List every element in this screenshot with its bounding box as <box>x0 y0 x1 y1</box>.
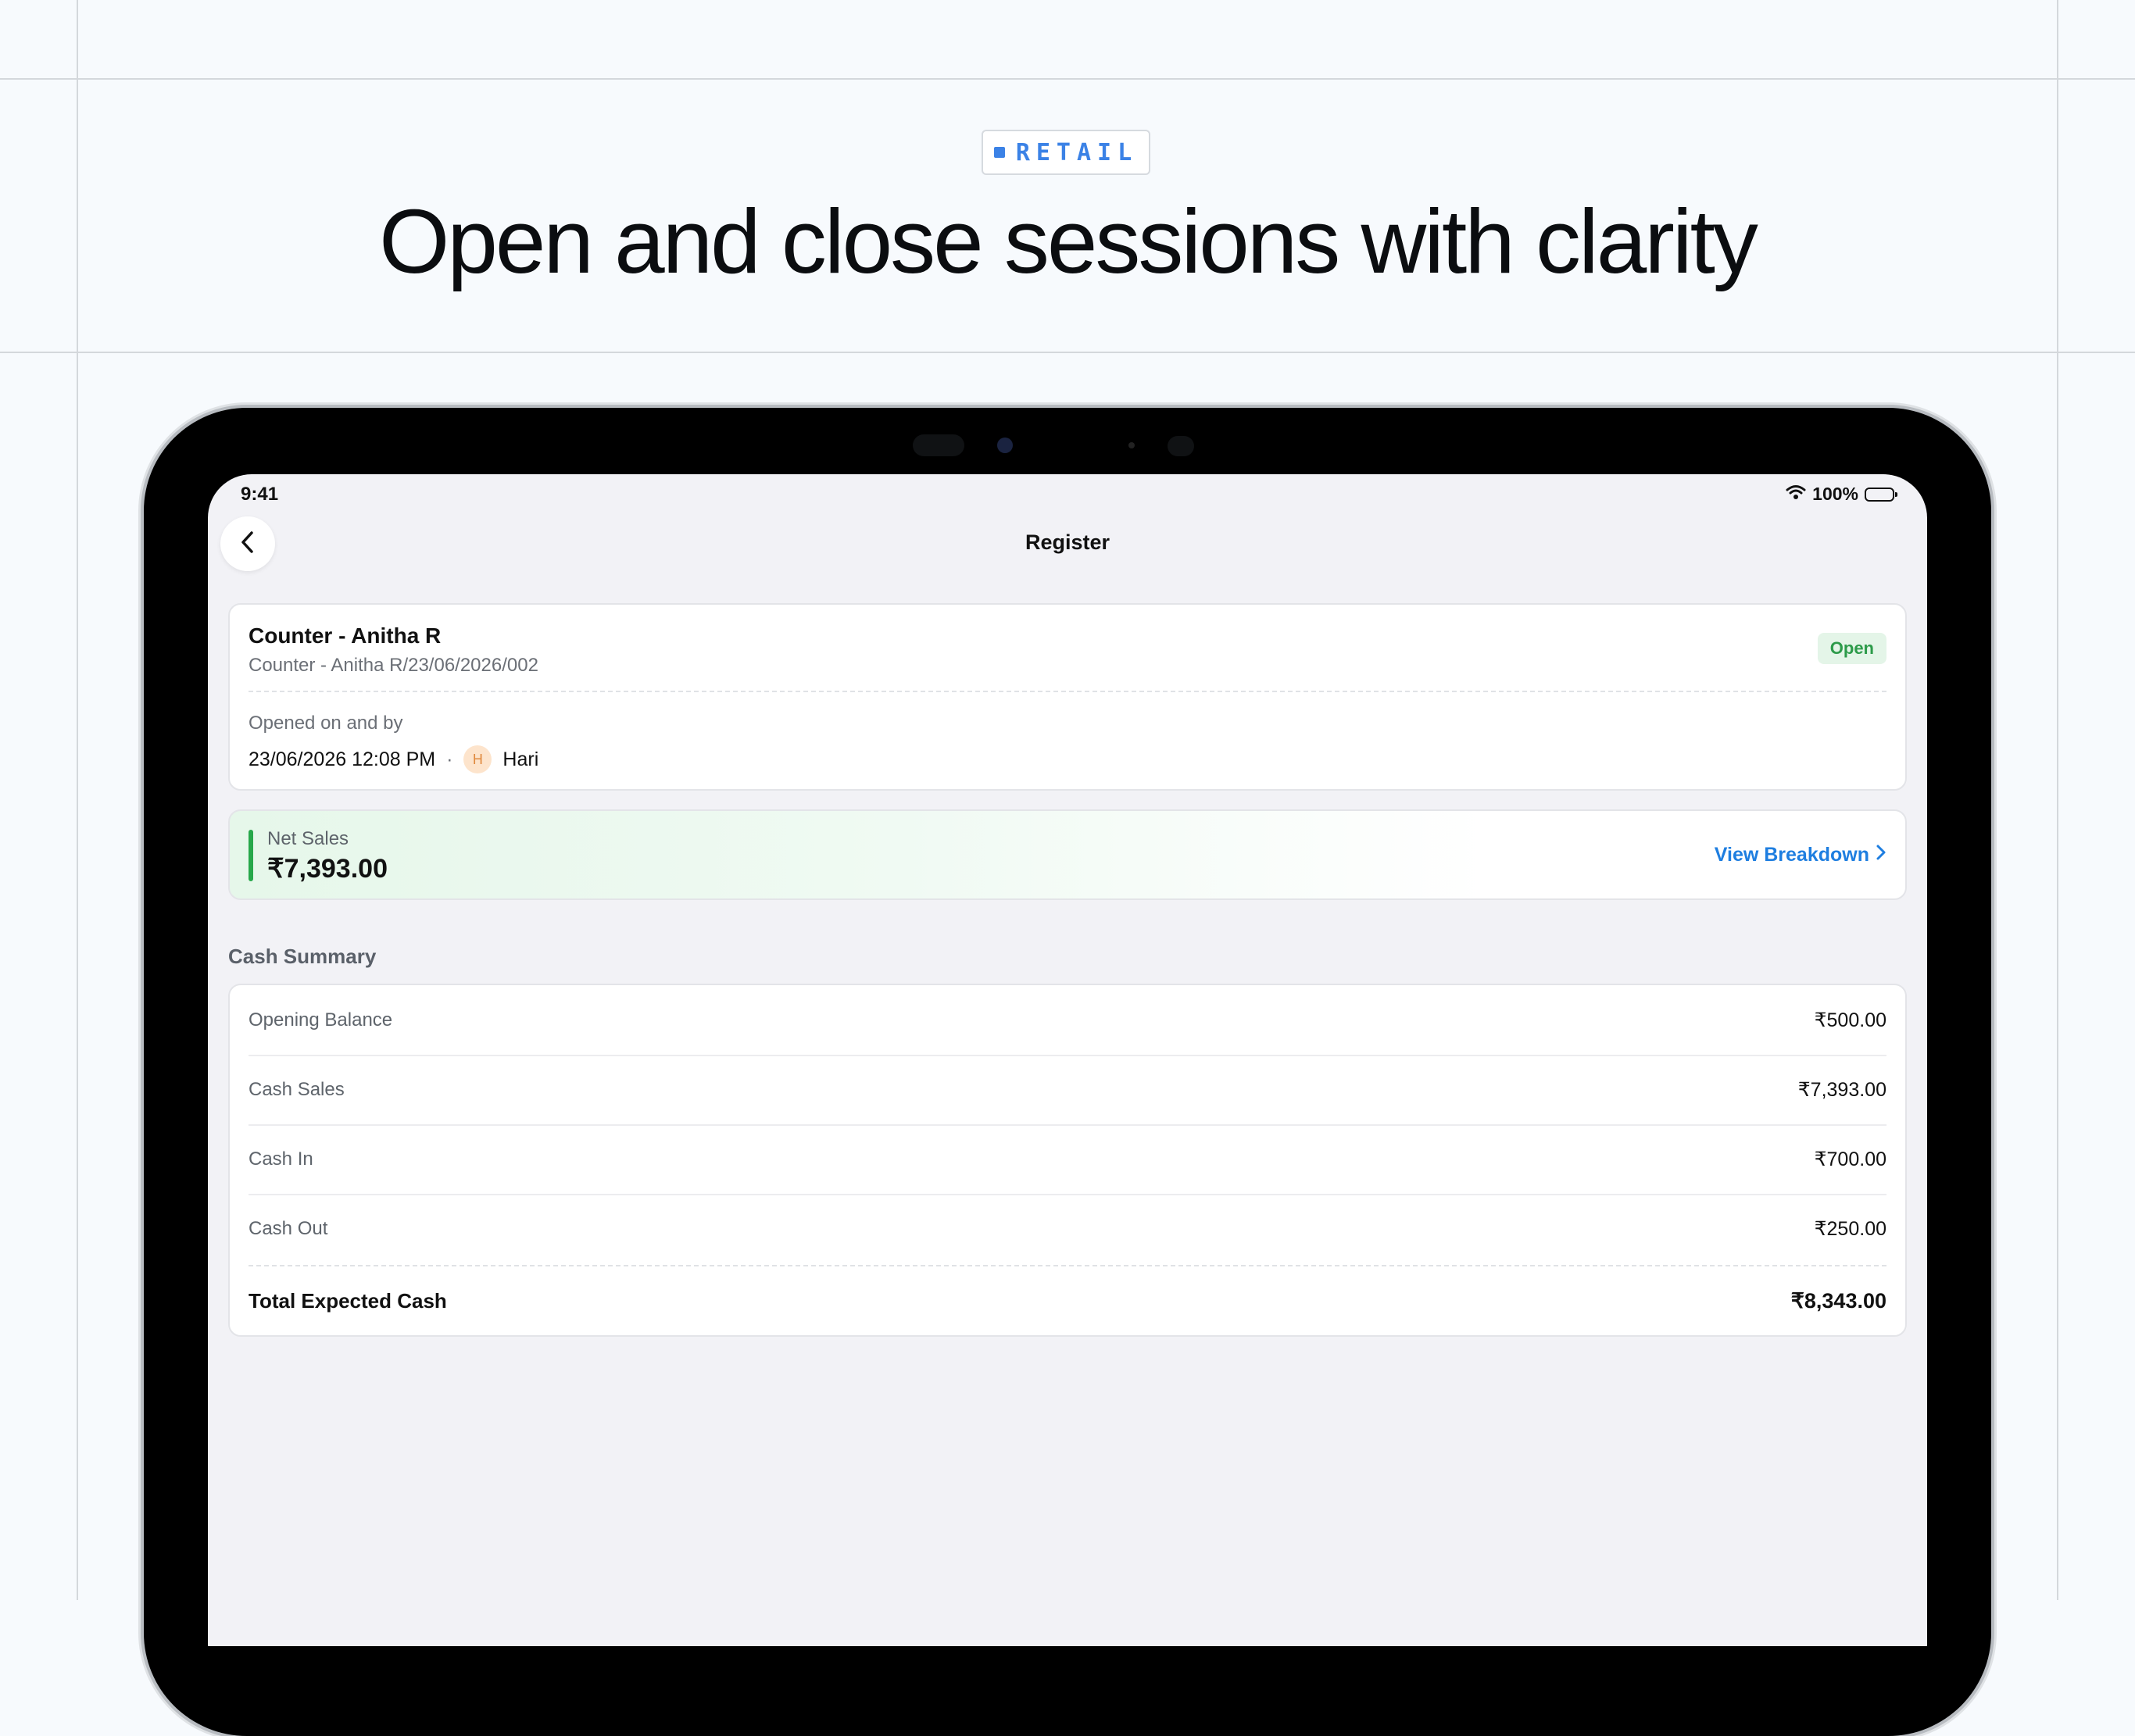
summary-row: Cash Sales ₹7,393.00 <box>249 1055 1886 1126</box>
status-indicators: 100% <box>1786 484 1897 505</box>
summary-row-value: ₹7,393.00 <box>1797 1078 1886 1101</box>
view-breakdown-link[interactable]: View Breakdown <box>1715 844 1886 866</box>
summary-row-label: Opening Balance <box>249 1009 393 1031</box>
summary-row-label: Cash In <box>249 1148 313 1170</box>
status-badge: Open <box>1817 633 1886 664</box>
status-time: 9:41 <box>241 484 279 505</box>
page-title: Register <box>1025 530 1110 554</box>
camera-lens <box>997 438 1013 453</box>
avatar: H <box>463 745 492 773</box>
wifi-icon <box>1786 484 1806 505</box>
opened-by-user: Hari <box>502 748 539 770</box>
session-reference: Counter - Anitha R/23/06/2026/002 <box>249 655 538 676</box>
guide-line <box>0 78 2135 80</box>
summary-row: Cash In ₹700.00 <box>249 1124 1886 1195</box>
accent-bar <box>249 830 253 881</box>
opened-meta: 23/06/2026 12:08 PM · H Hari <box>249 745 538 773</box>
view-breakdown-label: View Breakdown <box>1714 844 1869 866</box>
summary-row-value: ₹500.00 <box>1814 1009 1886 1031</box>
guide-line <box>0 352 2135 353</box>
summary-row: Opening Balance ₹500.00 <box>249 985 1886 1056</box>
summary-total-row: Total Expected Cash ₹8,343.00 <box>249 1266 1886 1336</box>
total-value: ₹8,343.00 <box>1790 1289 1886 1313</box>
cash-summary-title: Cash Summary <box>228 945 377 968</box>
summary-row-label: Cash Sales <box>249 1078 345 1100</box>
tag-square-icon <box>993 147 1005 158</box>
sensor <box>913 434 964 456</box>
net-sales-value: ₹7,393.00 <box>267 854 388 884</box>
sensor-dot <box>1128 442 1135 448</box>
summary-row: Cash Out ₹250.00 <box>249 1194 1886 1263</box>
battery-percent: 100% <box>1812 484 1858 504</box>
summary-row-value: ₹700.00 <box>1814 1148 1886 1170</box>
cash-summary-card: Opening Balance ₹500.00 Cash Sales ₹7,39… <box>228 984 1907 1337</box>
sensor <box>1168 436 1194 456</box>
total-label: Total Expected Cash <box>249 1289 447 1313</box>
app-screen: 9:41 100% Register Counter - Anitha R Co… <box>208 474 1927 1646</box>
tag-label: RETAIL <box>1015 138 1139 166</box>
opened-datetime: 23/06/2026 12:08 PM <box>249 748 436 770</box>
meta-separator: · <box>446 748 453 770</box>
session-name: Counter - Anitha R <box>249 623 442 648</box>
summary-row-label: Cash Out <box>249 1217 328 1239</box>
summary-row-value: ₹250.00 <box>1814 1217 1886 1240</box>
opened-label: Opened on and by <box>249 713 403 734</box>
page-headline: Open and close sessions with clarity <box>379 191 1758 292</box>
session-card: Counter - Anitha R Counter - Anitha R/23… <box>228 603 1907 791</box>
net-sales-card: Net Sales ₹7,393.00 View Breakdown <box>228 809 1907 900</box>
retail-tag: RETAIL <box>982 130 1150 175</box>
battery-icon <box>1865 487 1897 502</box>
chevron-right-icon <box>1876 844 1886 866</box>
divider <box>249 691 1886 692</box>
net-sales-label: Net Sales <box>267 828 349 849</box>
